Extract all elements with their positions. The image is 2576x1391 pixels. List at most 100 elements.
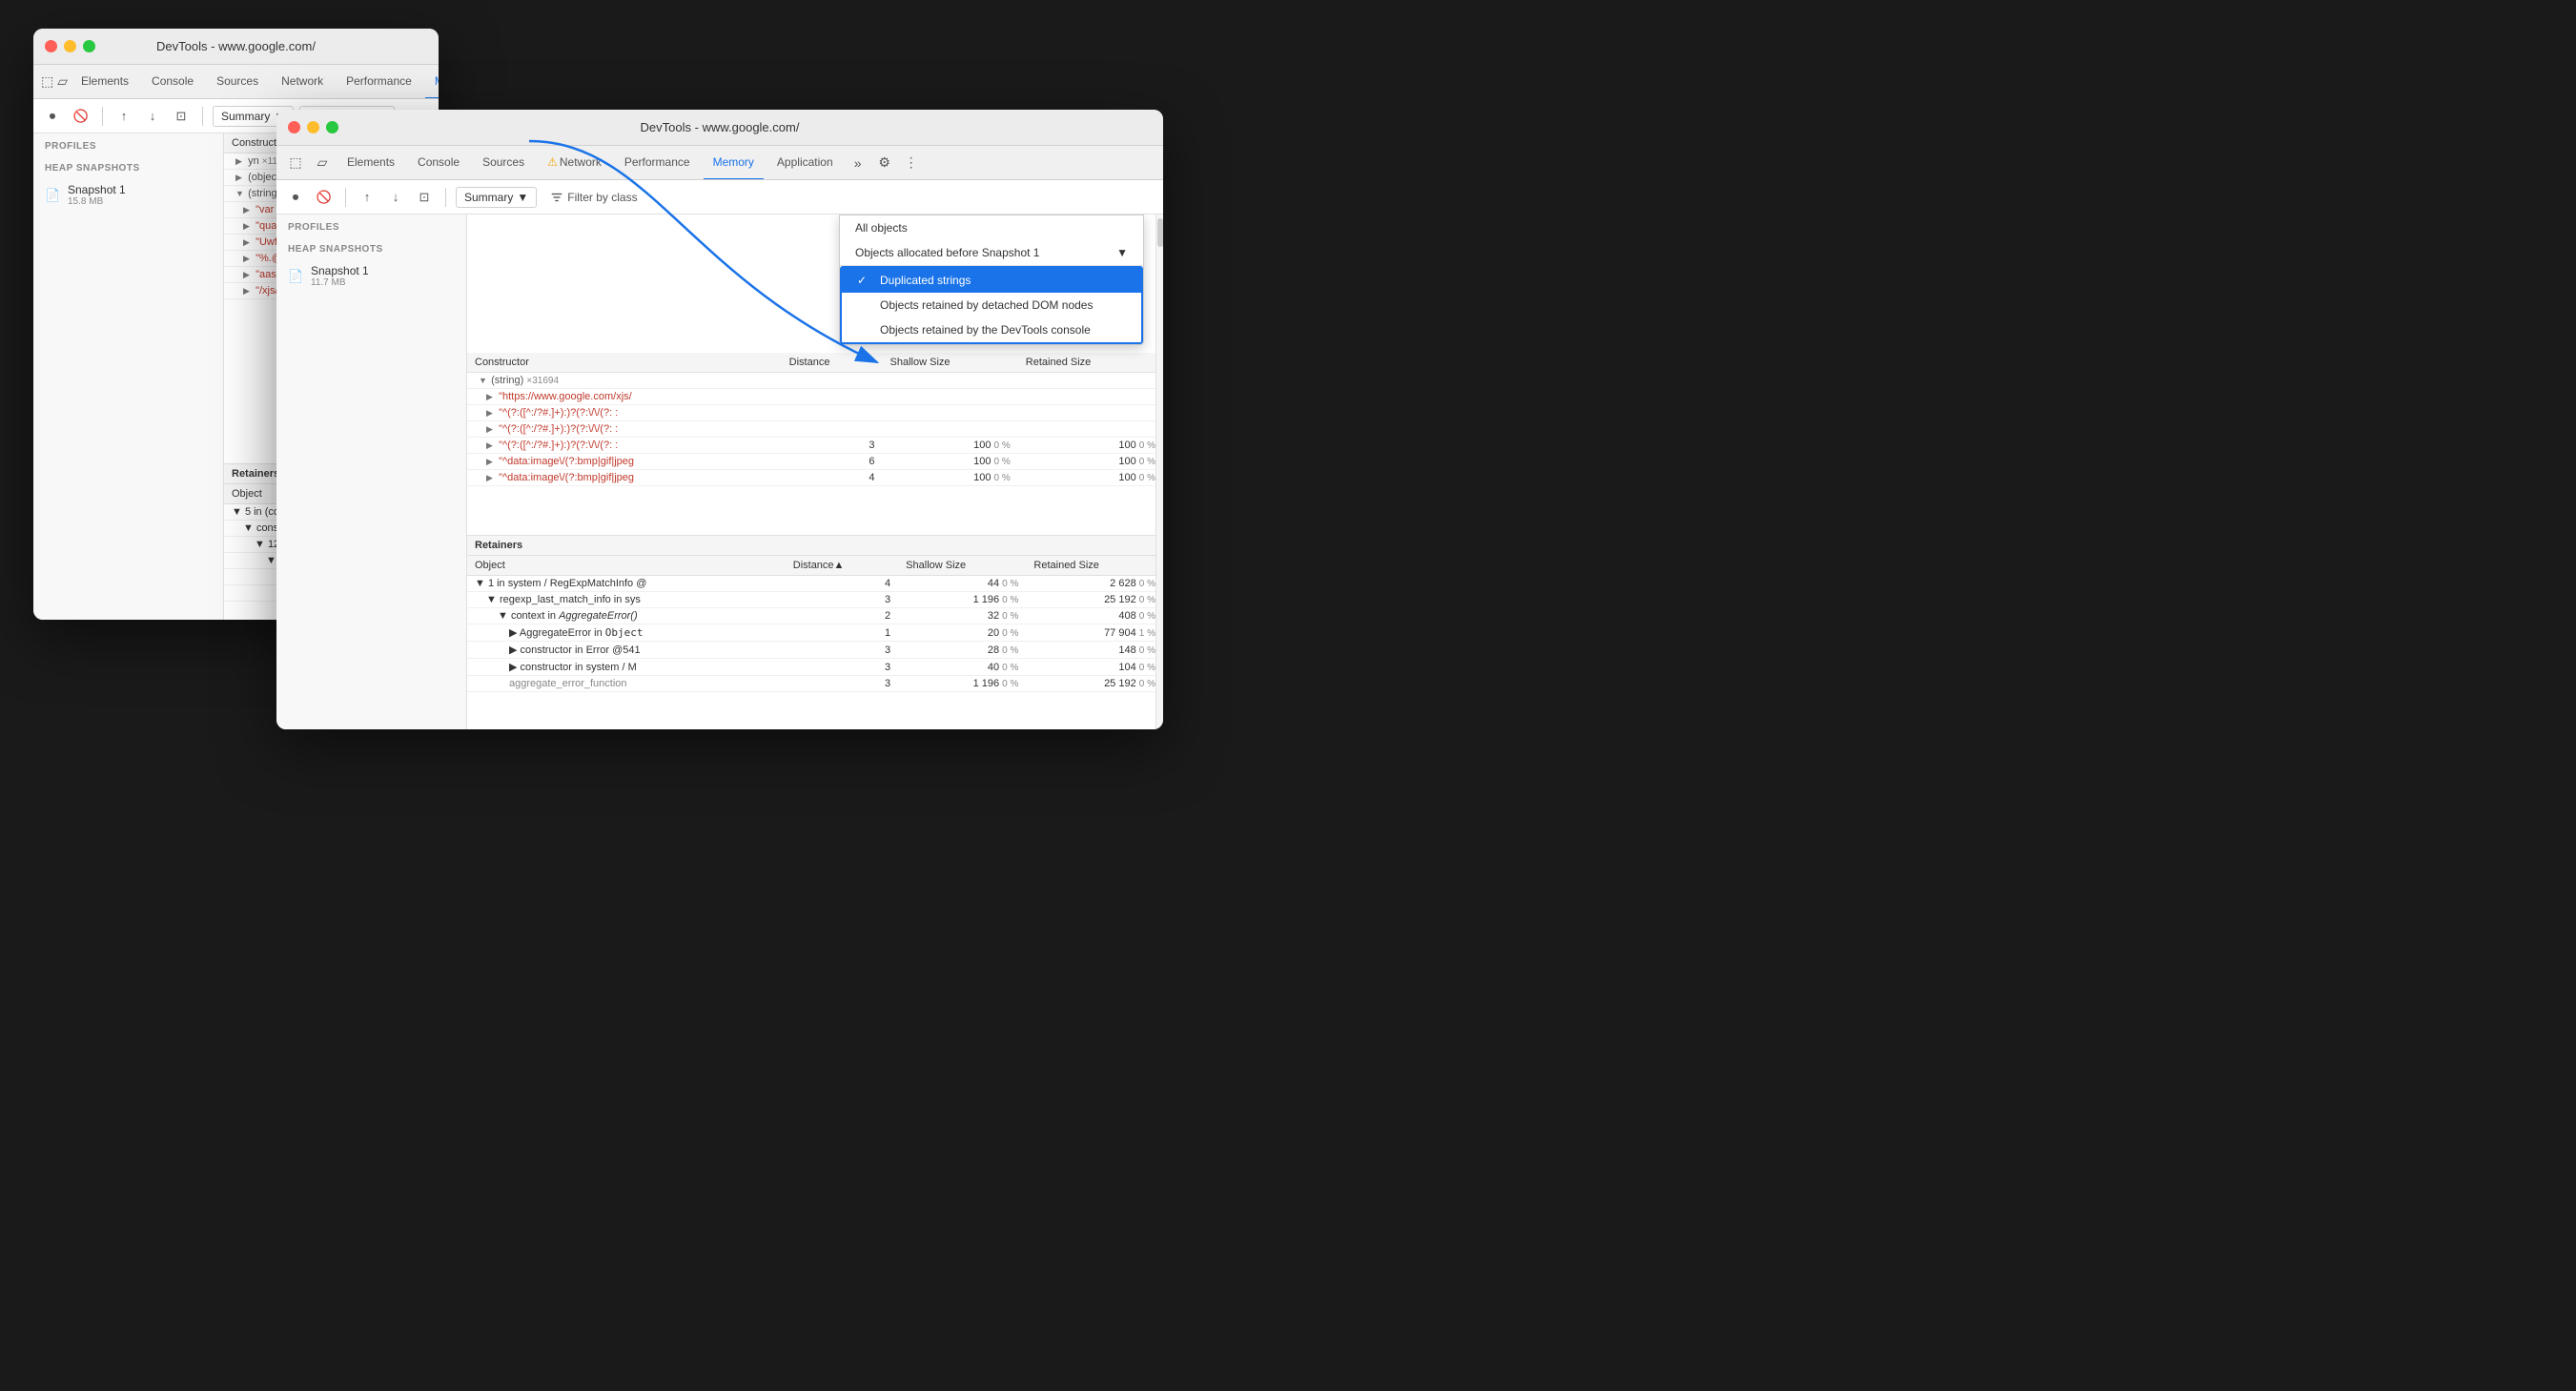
front-menu-icon[interactable]: ⋮ bbox=[900, 152, 923, 174]
front-tab-network[interactable]: ⚠Network bbox=[538, 146, 611, 180]
front-retained-col-header: Retained Size bbox=[1018, 353, 1163, 373]
front-detached-dom-label: Objects retained by detached DOM nodes bbox=[880, 298, 1093, 312]
table-row[interactable]: "^(?:([^:/?#.]+):)?(?:\/\/(?: : bbox=[467, 421, 1163, 438]
front-scroll-area[interactable]: Constructor Distance Shallow Size Retain… bbox=[467, 353, 1163, 535]
front-tabs-bar: ⬚ ▱ Elements Console Sources ⚠Network Pe… bbox=[276, 146, 1163, 180]
front-clear-icon[interactable]: 🚫 bbox=[313, 186, 336, 209]
front-snapshot1-item[interactable]: 📄 Snapshot 1 11.7 MB bbox=[276, 258, 466, 294]
front-ret-retained-header: Retained Size bbox=[1026, 556, 1163, 576]
back-upload-icon[interactable]: ↑ bbox=[112, 105, 135, 128]
back-collect-icon[interactable]: ⊡ bbox=[170, 105, 193, 128]
back-snapshot1-name: Snapshot 1 bbox=[68, 183, 212, 196]
back-clear-icon[interactable]: 🚫 bbox=[70, 105, 92, 128]
back-record-icon[interactable]: ⏺ bbox=[41, 105, 64, 128]
front-window-title: DevTools - www.google.com/ bbox=[288, 120, 1152, 134]
front-settings-icon[interactable]: ⚙ bbox=[873, 152, 896, 174]
table-row[interactable]: "^(?:([^:/?#.]+):)?(?:\/\/(?: : 3 100 0 … bbox=[467, 438, 1163, 454]
front-inspect-icon[interactable]: ⬚ bbox=[284, 152, 307, 174]
front-summary-dropdown[interactable]: Summary ▼ bbox=[456, 187, 537, 208]
front-s5-ss: 100 0 % bbox=[883, 454, 1018, 470]
front-constructor-col-header: Constructor bbox=[467, 353, 782, 373]
front-ret6-ss: 40 0 % bbox=[898, 659, 1026, 676]
front-ret2-name: ▼ regexp_last_match_info in sys bbox=[467, 592, 786, 608]
front-s6-rs: 100 0 % bbox=[1018, 470, 1163, 486]
front-s6-name: "^data:image\/(?:bmp|gif|jpeg bbox=[499, 472, 634, 483]
table-row[interactable]: ▼ 1 in system / RegExpMatchInfo @ 4 44 0… bbox=[467, 576, 1163, 592]
front-ret6-name: ▶ constructor in system / M bbox=[467, 659, 786, 676]
front-minimize-button[interactable] bbox=[307, 121, 319, 133]
front-ret7-d: 3 bbox=[786, 676, 898, 692]
front-maximize-button[interactable] bbox=[326, 121, 338, 133]
table-row[interactable]: (string) ×31694 bbox=[467, 373, 1163, 389]
front-all-objects-item[interactable]: All objects bbox=[840, 215, 1143, 240]
front-scrollbar[interactable] bbox=[1155, 215, 1163, 729]
front-tab-sources[interactable]: Sources bbox=[473, 146, 534, 180]
front-before-snapshot-label: Objects allocated before Snapshot 1 bbox=[855, 246, 1039, 259]
front-ret3-d: 2 bbox=[786, 608, 898, 624]
back-tab-performance[interactable]: Performance bbox=[337, 65, 421, 99]
back-snapshot1-item[interactable]: 📄 Snapshot 1 15.8 MB bbox=[33, 177, 223, 213]
back-divider2 bbox=[202, 107, 203, 126]
front-tab-memory[interactable]: Memory bbox=[704, 146, 764, 180]
front-tab-application[interactable]: Application bbox=[767, 146, 843, 180]
front-tab-elements[interactable]: Elements bbox=[337, 146, 404, 180]
front-all-objects-label: All objects bbox=[855, 221, 908, 235]
front-duplicated-strings-item[interactable]: ✓ Duplicated strings bbox=[842, 268, 1141, 293]
back-s3-triangle bbox=[243, 237, 253, 248]
back-s5-triangle bbox=[243, 270, 253, 280]
front-window-controls bbox=[288, 121, 338, 133]
front-ret-distance-header: Distance▲ bbox=[786, 556, 898, 576]
front-record-icon[interactable]: ⏺ bbox=[284, 186, 307, 209]
front-detached-dom-item[interactable]: Objects retained by detached DOM nodes bbox=[842, 293, 1141, 317]
front-objects-dropdown: All objects Objects allocated before Sna… bbox=[839, 215, 1144, 345]
back-tab-sources[interactable]: Sources bbox=[207, 65, 268, 99]
front-s2-tri bbox=[486, 408, 496, 419]
table-row[interactable]: ▶ constructor in system / M 3 40 0 % 104… bbox=[467, 659, 1163, 676]
front-upload-icon[interactable]: ↑ bbox=[356, 186, 378, 209]
front-more-tabs-icon[interactable]: » bbox=[847, 152, 869, 174]
front-s6-ss: 100 0 % bbox=[883, 470, 1018, 486]
front-devtools-console-item[interactable]: Objects retained by the DevTools console bbox=[842, 317, 1141, 342]
back-close-button[interactable] bbox=[45, 40, 57, 52]
back-s1-triangle bbox=[243, 205, 253, 215]
table-row[interactable]: "^(?:([^:/?#.]+):)?(?:\/\/(?: : bbox=[467, 405, 1163, 421]
front-ret7-rs: 25 192 0 % bbox=[1026, 676, 1163, 692]
front-tab-console[interactable]: Console bbox=[408, 146, 469, 180]
table-row[interactable]: "^data:image\/(?:bmp|gif|jpeg 6 100 0 % … bbox=[467, 454, 1163, 470]
front-heap-snapshots-title: HEAP SNAPSHOTS bbox=[276, 236, 466, 258]
back-minimize-button[interactable] bbox=[64, 40, 76, 52]
front-distance-col-header: Distance bbox=[782, 353, 883, 373]
front-dropdown-arrow2: ▼ bbox=[1116, 246, 1128, 259]
table-row[interactable]: ▼ regexp_last_match_info in sys 3 1 196 … bbox=[467, 592, 1163, 608]
back-inspect-icon[interactable]: ⬚ bbox=[41, 71, 53, 93]
front-download-icon[interactable]: ↓ bbox=[384, 186, 407, 209]
table-row[interactable]: "https://www.google.com/xjs/ bbox=[467, 389, 1163, 405]
front-tab-performance[interactable]: Performance bbox=[615, 146, 700, 180]
back-tab-memory[interactable]: Memory bbox=[425, 65, 439, 99]
table-row[interactable]: "^data:image\/(?:bmp|gif|jpeg 4 100 0 % … bbox=[467, 470, 1163, 486]
table-row[interactable]: ▼ context in AggregateError() 2 32 0 % 4… bbox=[467, 608, 1163, 624]
front-s5-rs: 100 0 % bbox=[1018, 454, 1163, 470]
back-tab-console[interactable]: Console bbox=[142, 65, 203, 99]
back-tab-network[interactable]: Network bbox=[272, 65, 333, 99]
back-device-icon[interactable]: ▱ bbox=[57, 71, 68, 93]
back-download-icon[interactable]: ↓ bbox=[141, 105, 164, 128]
front-ret4-rs: 77 904 1 % bbox=[1026, 624, 1163, 642]
table-row[interactable]: ▶ AggregateError in Object 1 20 0 % 77 9… bbox=[467, 624, 1163, 642]
front-close-button[interactable] bbox=[288, 121, 300, 133]
front-device-icon[interactable]: ▱ bbox=[311, 152, 334, 174]
back-tab-elements[interactable]: Elements bbox=[72, 65, 138, 99]
front-filter-dropdown-box: ✓ Duplicated strings Objects retained by… bbox=[840, 266, 1143, 344]
table-row[interactable]: ▶ constructor in Error @541 3 28 0 % 148… bbox=[467, 642, 1163, 659]
front-ret2-d: 3 bbox=[786, 592, 898, 608]
front-filter-by-class-btn[interactable]: Filter by class bbox=[542, 188, 644, 207]
table-row[interactable]: aggregate_error_function 3 1 196 0 % 25 … bbox=[467, 676, 1163, 692]
back-profiles-title: Profiles bbox=[33, 133, 223, 155]
back-maximize-button[interactable] bbox=[83, 40, 95, 52]
front-ret1-d: 4 bbox=[786, 576, 898, 592]
front-s4-tri bbox=[486, 440, 496, 451]
front-s6-tri bbox=[486, 473, 496, 483]
front-collect-icon[interactable]: ⊡ bbox=[413, 186, 436, 209]
front-before-snapshot-item[interactable]: Objects allocated before Snapshot 1 ▼ bbox=[840, 240, 1143, 266]
back-yn-name: yn bbox=[248, 155, 259, 167]
